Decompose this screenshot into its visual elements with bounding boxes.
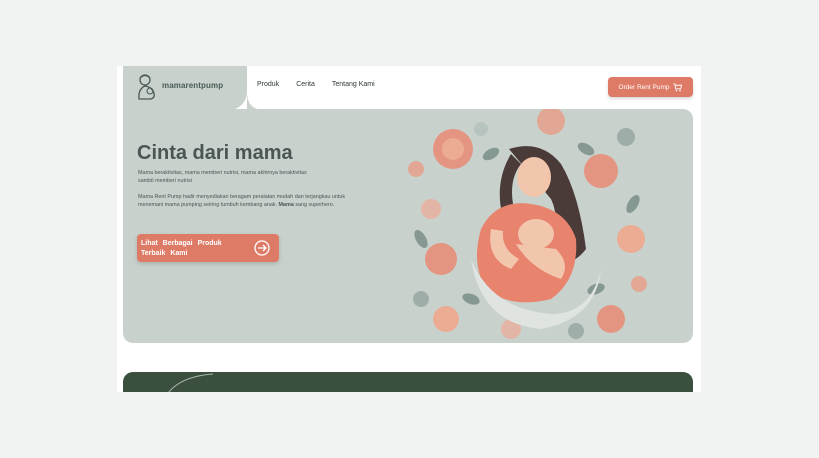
nav-item-tentang-kami[interactable]: Tentang Kami (332, 81, 375, 88)
order-button-label: Order Rent Pump (618, 83, 670, 91)
main-nav: Produk Cerita Tentang Kami (257, 81, 392, 88)
mother-baby-illustration (408, 109, 647, 339)
hero-section: Cinta dari mama Mama beraktivitas, mama … (123, 109, 693, 343)
hero-description-bold: Mama (278, 202, 294, 208)
hero-subtitle: Mama beraktivitas, mama memberi nutrisi,… (138, 170, 307, 184)
mother-figure (471, 146, 601, 329)
nav-item-produk[interactable]: Produk (257, 81, 279, 88)
view-products-button[interactable]: Lihat Berbagai Produk Terbaik Kami (137, 234, 279, 262)
page: mamarentpump Produk Cerita Tentang Kami … (117, 66, 701, 392)
section-decoration (168, 373, 214, 392)
hero-description-end: sang superhero. (293, 202, 335, 208)
next-section (123, 372, 693, 392)
cart-icon (673, 82, 683, 91)
mother-baby-logo-icon (138, 74, 155, 100)
hero-description: Mama Rent Pump hadir menyediakan beragam… (138, 193, 353, 209)
brand-name: mamarentpump (162, 81, 224, 90)
arrow-right-circle-icon (254, 240, 270, 256)
hero-title: Cinta dari mama (137, 142, 293, 164)
order-rent-pump-button[interactable]: Order Rent Pump (608, 77, 693, 97)
nav-item-cerita[interactable]: Cerita (296, 81, 315, 88)
header: mamarentpump Produk Cerita Tentang Kami … (117, 66, 701, 110)
view-products-label: Lihat Berbagai Produk Terbaik Kami (141, 240, 222, 257)
logo-tab[interactable]: mamarentpump (123, 66, 261, 110)
